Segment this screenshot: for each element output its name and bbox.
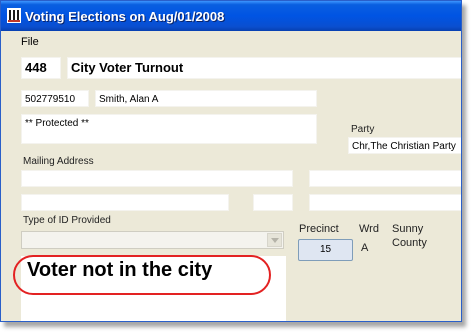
residence-address-field[interactable]: ** Protected **: [21, 114, 317, 144]
precinct-label: Precinct: [299, 223, 339, 235]
chevron-down-icon[interactable]: [267, 233, 282, 247]
mailing-address-line1-field[interactable]: [21, 170, 293, 187]
mailing-city-field[interactable]: [21, 194, 229, 211]
voter-id-field[interactable]: 502779510: [21, 90, 89, 107]
party-field[interactable]: Chr,The Christian Party: [348, 137, 461, 154]
record-name-field[interactable]: City Voter Turnout: [67, 57, 461, 79]
voting-app-icon: [7, 8, 21, 23]
ward-value: A: [361, 242, 369, 254]
record-number-field[interactable]: 448: [21, 57, 61, 79]
mailing-state-field[interactable]: [253, 194, 293, 211]
voter-name-field[interactable]: Smith, Alan A: [95, 90, 317, 107]
county-line2: County: [392, 237, 427, 249]
menu-bar: File: [1, 31, 461, 53]
county-line1: Sunny: [392, 223, 424, 235]
mailing-address-label: Mailing Address: [23, 156, 94, 167]
menu-file[interactable]: File: [21, 36, 39, 48]
mailing-address-line2-field[interactable]: [309, 170, 461, 187]
id-type-select[interactable]: [21, 231, 284, 249]
precinct-field[interactable]: 15: [298, 239, 353, 261]
mailing-zip-field[interactable]: [309, 194, 461, 211]
window-title: Voting Elections on Aug/01/2008: [25, 9, 225, 24]
title-bar[interactable]: Voting Elections on Aug/01/2008: [1, 1, 461, 31]
party-label: Party: [351, 124, 375, 135]
id-type-label: Type of ID Provided: [23, 215, 111, 226]
main-window: Voting Elections on Aug/01/2008 File 448…: [0, 0, 462, 322]
ward-label: Wrd: [359, 223, 379, 235]
annotation-callout-text: Voter not in the city: [27, 259, 213, 281]
